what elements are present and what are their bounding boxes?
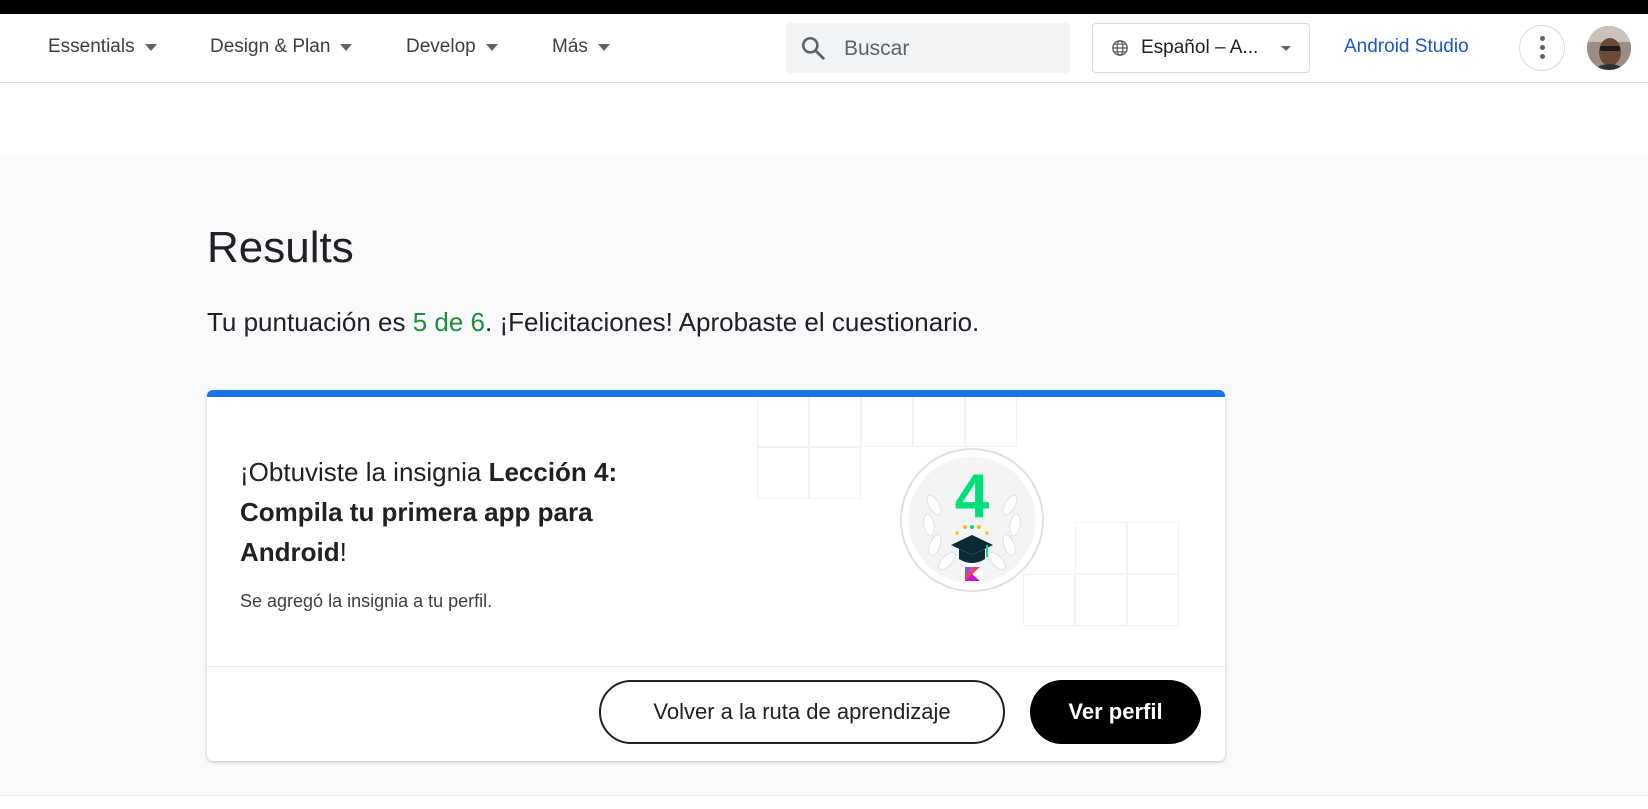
page-title: Results <box>207 223 354 272</box>
more-vert-icon-dot <box>1540 54 1545 59</box>
android-studio-link[interactable]: Android Studio <box>1344 36 1469 58</box>
score-value: 5 de 6 <box>412 307 486 337</box>
nav-essentials[interactable]: Essentials <box>48 35 157 59</box>
badge-card: ¡Obtuviste la insignia Lección 4: Compil… <box>207 390 1225 761</box>
badge-earned-suffix: ! <box>339 537 347 567</box>
header-spacer <box>0 83 1648 155</box>
badge-added-note: Se agregó la insignia a tu perfil. <box>240 591 493 611</box>
caret-down-icon <box>340 43 353 51</box>
site-header: Essentials Design & Plan Develop Más Bus… <box>0 14 1648 83</box>
avatar-image <box>1587 26 1631 70</box>
search-placeholder: Buscar <box>844 37 910 60</box>
score-prefix: Tu puntuación es <box>207 307 413 337</box>
caret-down-icon <box>1281 46 1291 51</box>
nav-essentials-label: Essentials <box>48 36 135 57</box>
caret-down-icon <box>144 43 157 51</box>
nav-develop[interactable]: Develop <box>406 35 498 59</box>
score-suffix: . ¡Felicitaciones! Aprobaste el cuestion… <box>485 307 980 337</box>
caret-down-icon <box>597 43 610 51</box>
nav-develop-label: Develop <box>406 36 476 57</box>
language-selector[interactable]: Español – A... <box>1092 23 1310 73</box>
language-label: Español – A... <box>1141 37 1259 58</box>
search-input[interactable]: Buscar <box>786 23 1070 73</box>
nav-mas[interactable]: Más <box>552 35 610 59</box>
globe-icon <box>1112 40 1128 56</box>
view-profile-button[interactable]: Ver perfil <box>1030 680 1201 744</box>
results-section: Results Tu puntuación es 5 de 6. ¡Felici… <box>0 155 1648 795</box>
search-icon <box>801 36 825 60</box>
card-divider <box>207 666 1225 667</box>
more-options-button[interactable] <box>1519 25 1565 71</box>
badge-earned-prefix: ¡Obtuviste la insignia <box>240 457 489 487</box>
lesson-badge-icon: 4 <box>900 448 1044 592</box>
badge-number: 4 <box>955 462 990 531</box>
browser-top-strip <box>0 0 1648 14</box>
back-to-path-button[interactable]: Volver a la ruta de aprendizaje <box>599 680 1005 744</box>
more-vert-icon-dot <box>1540 45 1545 50</box>
page-bottom-edge <box>0 795 1648 809</box>
nav-design-plan-label: Design & Plan <box>210 36 331 57</box>
caret-down-icon <box>485 43 498 51</box>
more-vert-icon <box>1540 36 1545 41</box>
badge-earned-message: ¡Obtuviste la insignia Lección 4: Compil… <box>240 452 680 572</box>
score-summary: Tu puntuación es 5 de 6. ¡Felicitaciones… <box>207 307 979 338</box>
avatar[interactable] <box>1587 26 1631 70</box>
nav-design-plan[interactable]: Design & Plan <box>210 35 353 59</box>
nav-mas-label: Más <box>552 36 588 57</box>
